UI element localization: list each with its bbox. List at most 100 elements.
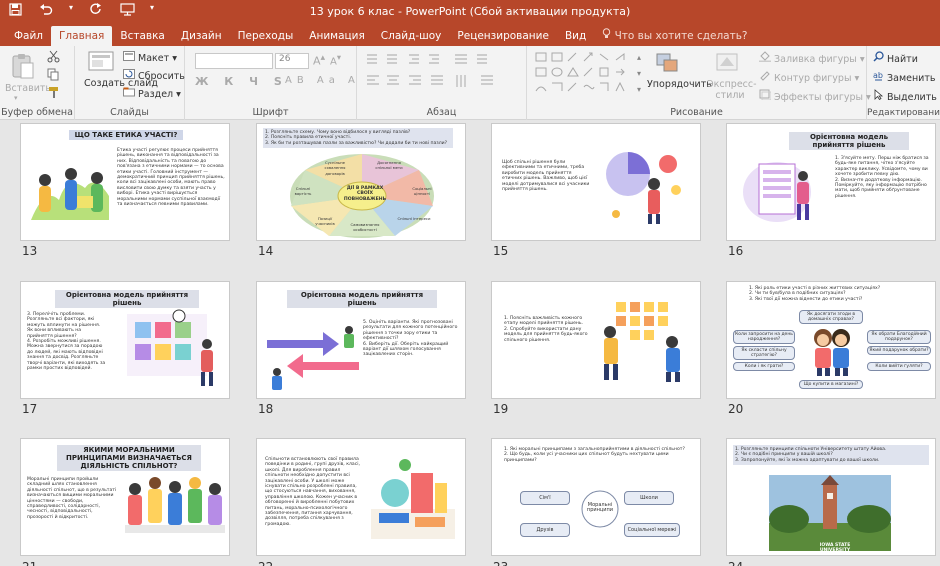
- window-title: 13 урок 6 клас - PowerPoint (Сбой актива…: [309, 5, 631, 18]
- paragraph-list-icons[interactable]: [365, 53, 515, 70]
- shape-effects-button[interactable]: Эффекты фигуры ▾: [759, 89, 871, 103]
- slide-body: Спільноти встановлюють свої правила пове…: [265, 457, 361, 527]
- checklist-illustration: [737, 152, 825, 236]
- crowd-illustration: [121, 469, 227, 555]
- tell-me-label: Что вы хотите сделать?: [614, 30, 748, 42]
- math-board-illustration: [117, 308, 225, 396]
- puzzle-piece: Суспільне схвалення договорів: [324, 160, 346, 176]
- font-size-field[interactable]: 26: [275, 53, 309, 69]
- select-button[interactable]: Выделить ▾: [873, 89, 940, 103]
- layout-button[interactable]: Макет ▾: [123, 51, 177, 64]
- reset-button[interactable]: Сбросить: [123, 69, 185, 82]
- slide-thumbnail-21[interactable]: ЯКИМИ МОРАЛЬНИМИ ПРИНЦИПАМИ ВИЗНАЧАЄТЬСЯ…: [20, 438, 230, 556]
- slide-body: 5. Оцініть варіанти. Які прогнозовані ре…: [363, 320, 458, 358]
- alignment-icons[interactable]: [365, 74, 515, 91]
- slide-body: 3. Перелічіть проблеми. Розгляньте всі ф…: [27, 312, 106, 372]
- paste-icon[interactable]: [10, 52, 36, 79]
- tab-view[interactable]: Вид: [557, 26, 594, 46]
- arrange-icon[interactable]: [655, 52, 681, 78]
- arrange-button[interactable]: Упорядочить: [647, 79, 712, 90]
- slide-number: 13: [22, 244, 38, 258]
- select-label: Выделить: [887, 92, 937, 103]
- reset-icon: [123, 69, 138, 82]
- group-font: 26 A▴ A▾ Ж К Ч S АВ Аа А Шрифт: [185, 46, 357, 120]
- situation-box: Як скласти спільну стратегію?: [733, 346, 795, 360]
- kids-illustration: [807, 326, 857, 382]
- layout-label: Макет: [138, 53, 170, 64]
- slide-thumbnail-23[interactable]: 1. Які моральні принципами з загальнопри…: [491, 438, 701, 556]
- clipboard-group-label: Буфер обмена: [1, 107, 73, 118]
- situation-box: Який подарунок обрати?: [867, 346, 931, 355]
- slide-body: Моральні принципи пройшли складний шлях …: [27, 477, 117, 520]
- tab-home[interactable]: Главная: [51, 26, 113, 46]
- copy-icon[interactable]: [47, 68, 60, 84]
- layout-icon: [123, 51, 138, 64]
- pen-icon: [759, 71, 774, 84]
- quick-styles-button[interactable]: Экспресс-стили: [707, 79, 757, 101]
- font-color-buttons[interactable]: АВ Аа А: [285, 75, 360, 86]
- new-slide-button[interactable]: Создать слайд: [84, 78, 158, 89]
- slide-thumbnail-15[interactable]: Щоб спільні рішення були ефективними та …: [491, 123, 701, 241]
- tab-animation[interactable]: Анимация: [301, 26, 373, 46]
- people-puzzle-illustration: [27, 158, 115, 234]
- slide-number: 19: [493, 402, 509, 416]
- slide-thumbnail-14[interactable]: 1. Розгляньте схему. Чому воно відбилося…: [256, 123, 466, 241]
- fill-bucket-icon: [759, 51, 774, 65]
- tab-transitions[interactable]: Переходы: [230, 26, 302, 46]
- font-group-label: Шрифт: [252, 107, 289, 118]
- slide-thumbnail-16[interactable]: Орієнтовна модель прийняття рішень 1. З'…: [726, 123, 936, 241]
- format-painter-icon[interactable]: [47, 86, 60, 102]
- new-slide-icon[interactable]: [87, 50, 114, 76]
- tab-slideshow[interactable]: Слайд-шоу: [373, 26, 450, 46]
- font-name-field[interactable]: [195, 53, 273, 69]
- slide-thumbnail-22[interactable]: Спільноти встановлюють свої правила пове…: [256, 438, 466, 556]
- situation-box: Як обрати Благодійний подарунок?: [867, 330, 931, 344]
- replace-button[interactable]: ab Заменить: [873, 70, 935, 84]
- paste-button[interactable]: Вставить: [5, 83, 51, 94]
- slide-number: 21: [22, 560, 37, 566]
- school-supplies-illustration: [365, 453, 461, 549]
- shapes-scroll[interactable]: ▴ ▾ ▾: [637, 50, 641, 98]
- slide-title: Орієнтовна модель прийняття рішень: [55, 290, 199, 308]
- increase-font-icon[interactable]: A▴: [313, 52, 325, 68]
- tab-review[interactable]: Рецензирование: [449, 26, 557, 46]
- slide-number: 20: [728, 402, 744, 416]
- group-slides: Создать слайд Макет ▾ Сбросить Раздел ▾ …: [75, 46, 185, 120]
- group-clipboard: Вставить ▾ Буфер обмена: [0, 46, 75, 120]
- font-format-buttons[interactable]: Ж К Ч S: [195, 75, 288, 88]
- community-box: Соціальної мережі: [624, 523, 680, 537]
- puzzle-piece: Самовизнання особистості: [350, 222, 380, 233]
- shape-fill-button[interactable]: Заливка фигуры ▾: [759, 51, 865, 65]
- brainstorm-illustration: [598, 144, 694, 232]
- slide-body: 1. Які роль етики участі в різних життєв…: [749, 286, 881, 302]
- drawing-group-label: Рисование: [670, 107, 723, 118]
- slide-thumbnail-20[interactable]: 1. Які роль етики участі в різних життєв…: [726, 281, 936, 399]
- section-button[interactable]: Раздел ▾: [123, 87, 181, 100]
- situation-box: Як досягати згоди в домашніх справах?: [799, 310, 863, 324]
- paste-dropdown-icon[interactable]: ▾: [14, 94, 18, 102]
- slide-number: 14: [258, 244, 274, 258]
- slide-thumbnail-13[interactable]: ЩО ТАКЕ ЕТИКА УЧАСТІ? Етика участі регул…: [20, 123, 230, 241]
- shape-outline-button[interactable]: Контур фигуры ▾: [759, 70, 859, 84]
- shape-fill-label: Заливка фигуры: [774, 54, 857, 65]
- slide-thumbnail-17[interactable]: Орієнтовна модель прийняття рішень 3. Пе…: [20, 281, 230, 399]
- tell-me-search[interactable]: Что вы хотите сделать?: [594, 26, 755, 46]
- quick-styles-icon[interactable]: [715, 52, 741, 78]
- slide-body: Етика участі регулює процеси прийняття р…: [117, 148, 225, 208]
- slide-thumbnail-24[interactable]: 1. Розгляньте принципи спільноти Універс…: [726, 438, 936, 556]
- tab-design[interactable]: Дизайн: [173, 26, 230, 46]
- title-bar: ▾ ▾ 13 урок 6 клас - PowerPoint (Сбой ак…: [0, 0, 940, 24]
- community-box: Сім'ї: [520, 491, 570, 505]
- puzzle-center-label: ДІЇ В РАМКАХ СВОЇХ ПОВНОВАЖЕНЬ: [343, 186, 387, 202]
- slide-thumbnail-18[interactable]: Орієнтовна модель прийняття рішень 5. Оц…: [256, 281, 466, 399]
- find-button[interactable]: Найти: [873, 51, 918, 65]
- cut-icon[interactable]: [47, 50, 60, 66]
- decrease-font-icon[interactable]: A▾: [330, 52, 341, 67]
- slide-body: 1. Розгляньте схему. Чому воно відбилося…: [263, 128, 453, 149]
- shapes-gallery[interactable]: [533, 50, 641, 101]
- slide-number: 16: [728, 244, 744, 258]
- tab-insert[interactable]: Вставка: [112, 26, 173, 46]
- tab-file[interactable]: Файл: [6, 26, 51, 46]
- slide-thumbnail-19[interactable]: 1. Поясніть важливість кожного етапу мод…: [491, 281, 701, 399]
- group-editing: Найти ab Заменить Выделить ▾ Редактирова…: [867, 46, 940, 120]
